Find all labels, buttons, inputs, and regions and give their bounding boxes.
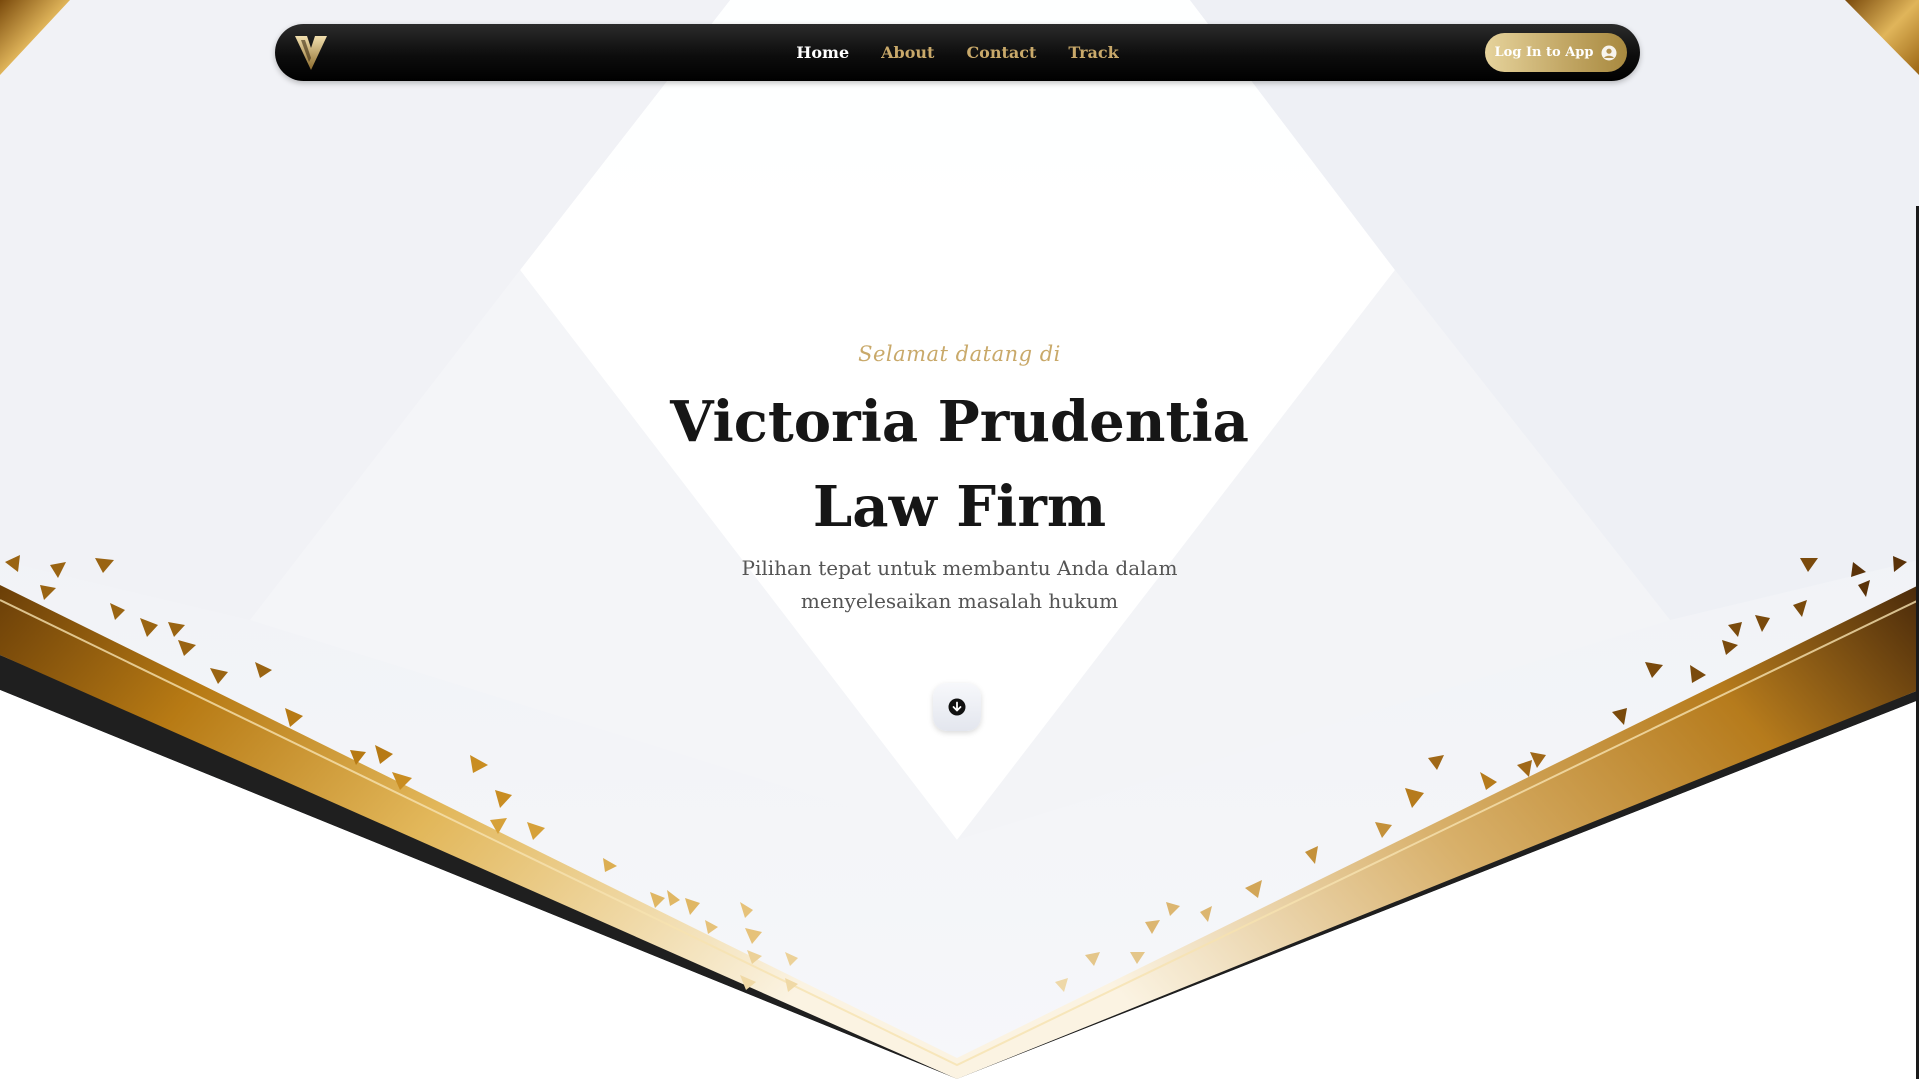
hero-subtitle: Pilihan tepat untuk membantu Anda dalam … <box>741 556 1178 613</box>
nav-link-track[interactable]: Track <box>1068 43 1118 62</box>
scroll-down-button[interactable] <box>933 683 981 731</box>
hero-title: Victoria Prudentia Law Firm <box>0 380 1919 550</box>
top-navbar: Home About Contact Track Log In to App <box>275 24 1640 81</box>
nav-link-contact[interactable]: Contact <box>966 43 1036 62</box>
user-circle-icon <box>1601 45 1617 60</box>
hero-title-line1: Victoria Prudentia <box>670 389 1249 455</box>
hero-kicker: Selamat datang di <box>858 342 1061 366</box>
login-button-label: Log In to App <box>1494 45 1594 60</box>
nav-links: Home About Contact Track <box>275 24 1640 81</box>
nav-link-home[interactable]: Home <box>796 43 849 62</box>
arrow-down-circle-icon <box>948 698 966 716</box>
hero-title-line2: Law Firm <box>812 474 1107 540</box>
nav-link-about[interactable]: About <box>881 43 934 62</box>
login-button[interactable]: Log In to App <box>1485 33 1627 72</box>
